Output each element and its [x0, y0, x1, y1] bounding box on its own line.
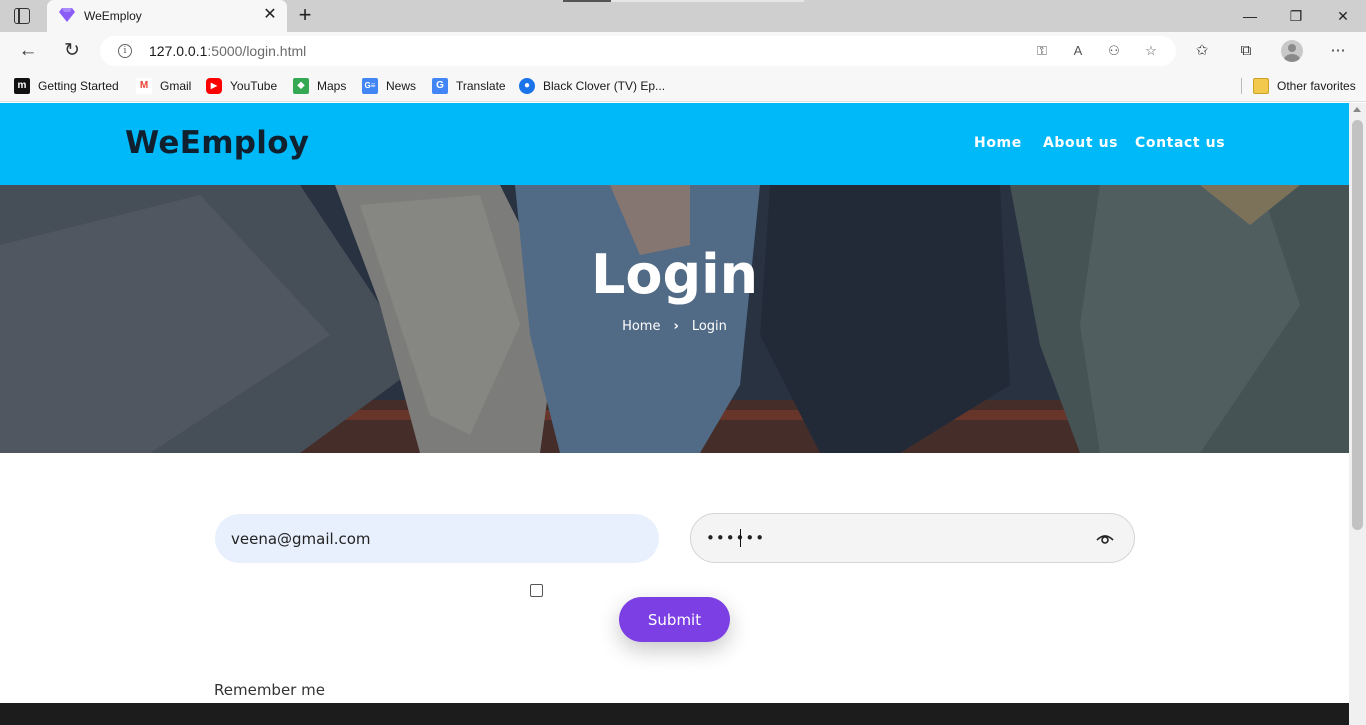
bookmarks-bar: m Getting Started M Gmail ▶ YouTube ⬥ Ma… — [0, 70, 1366, 102]
breadcrumb-current: Login — [691, 319, 727, 334]
back-icon[interactable]: ← — [17, 40, 39, 62]
folder-icon — [1253, 78, 1269, 94]
nav-about-us[interactable]: About us — [1043, 135, 1118, 151]
bookmark-youtube[interactable]: ▶ YouTube — [206, 77, 277, 95]
bookmark-translate[interactable]: G Translate — [432, 77, 506, 95]
bookmark-label: Getting Started — [38, 79, 119, 93]
bookmark-label: News — [386, 79, 417, 93]
favorites-icon[interactable]: ✩ — [1192, 41, 1212, 61]
email-field[interactable] — [215, 514, 659, 563]
scrollbar-thumb[interactable] — [1352, 120, 1363, 530]
site-footer — [0, 703, 1349, 725]
minimize-icon[interactable]: — — [1240, 6, 1260, 26]
maps-icon: ⬥ — [293, 78, 309, 94]
drag-indicator — [563, 0, 611, 2]
collections-icon[interactable]: ⧉ — [1236, 41, 1256, 61]
other-favorites-label: Other favorites — [1277, 79, 1356, 93]
share-icon[interactable]: ⚇ — [1106, 43, 1122, 59]
text-cursor — [740, 529, 741, 547]
other-favorites[interactable]: Other favorites — [1253, 77, 1356, 95]
site-header: WeEmploy Home About us Contact us — [0, 103, 1349, 185]
globe-icon: ● — [519, 78, 535, 94]
password-field[interactable] — [706, 514, 1086, 562]
hero-banner: Login Home › Login — [0, 185, 1349, 453]
address-bar[interactable]: i 127.0.0.1:5000/login.html ⚿ A ⚇ ☆ — [100, 36, 1176, 66]
bookmark-label: Translate — [456, 79, 506, 93]
bookmark-label: Maps — [317, 79, 347, 93]
site-info-icon[interactable]: i — [118, 44, 132, 58]
translate-icon: G — [432, 78, 448, 94]
tab-title: WeEmploy — [84, 9, 142, 23]
bookmark-news[interactable]: G≡ News — [362, 77, 416, 95]
show-password-eye-icon[interactable] — [1096, 530, 1114, 548]
gem-favicon-icon — [59, 8, 75, 22]
profile-avatar[interactable] — [1281, 40, 1303, 62]
url-text[interactable]: 127.0.0.1:5000/login.html — [149, 43, 306, 59]
remember-me-checkbox[interactable] — [530, 584, 543, 597]
reload-icon[interactable]: ↻ — [61, 40, 83, 62]
breadcrumb: Home › Login — [0, 319, 1349, 334]
gmail-icon: M — [136, 78, 152, 94]
more-menu-icon[interactable]: ⋯ — [1328, 41, 1348, 61]
bookmark-label: Black Clover (TV) Ep... — [543, 79, 666, 93]
bookmarks-divider — [1241, 78, 1242, 94]
remember-me-label: Remember me — [214, 681, 325, 699]
drag-indicator-track — [611, 0, 804, 2]
chevron-right-icon: › — [673, 319, 679, 334]
submit-button[interactable]: Submit — [619, 597, 730, 642]
nav-home[interactable]: Home — [974, 135, 1022, 151]
new-tab-icon[interactable]: + — [294, 4, 316, 27]
scroll-up-arrow-icon[interactable] — [1353, 107, 1361, 112]
bookmark-gmail[interactable]: M Gmail — [136, 77, 191, 95]
medium-icon: m — [14, 78, 30, 94]
restore-icon[interactable]: ❐ — [1286, 6, 1306, 26]
breadcrumb-home[interactable]: Home — [622, 319, 660, 334]
news-icon: G≡ — [362, 78, 378, 94]
bookmark-label: YouTube — [230, 79, 278, 93]
browser-tab[interactable]: WeEmploy ✕ — [47, 0, 287, 32]
bookmark-label: Gmail — [160, 79, 192, 93]
add-favorite-icon[interactable]: ☆ — [1143, 43, 1159, 59]
nav-contact-us[interactable]: Contact us — [1135, 135, 1225, 151]
youtube-icon: ▶ — [206, 78, 222, 94]
read-aloud-icon[interactable]: A — [1070, 43, 1086, 59]
window-close-icon[interactable]: ✕ — [1333, 6, 1353, 26]
login-form: Remember me — [0, 453, 1349, 703]
tab-actions-icon[interactable] — [14, 8, 30, 24]
password-field-wrapper[interactable] — [690, 513, 1135, 563]
page-title: Login — [590, 243, 759, 306]
tab-close-icon[interactable]: ✕ — [261, 6, 279, 24]
key-icon[interactable]: ⚿ — [1034, 43, 1050, 59]
browser-tab-bar: WeEmploy ✕ + — ❐ ✕ — [0, 0, 1366, 32]
bookmark-maps[interactable]: ⬥ Maps — [293, 77, 346, 95]
bookmark-black-clover[interactable]: ● Black Clover (TV) Ep... — [519, 77, 665, 95]
browser-toolbar: ← ↻ i 127.0.0.1:5000/login.html ⚿ A ⚇ ☆ … — [0, 32, 1366, 70]
page-scrollbar[interactable] — [1349, 103, 1366, 725]
bookmark-getting-started[interactable]: m Getting Started — [14, 77, 119, 95]
site-logo[interactable]: WeEmploy — [125, 125, 309, 161]
